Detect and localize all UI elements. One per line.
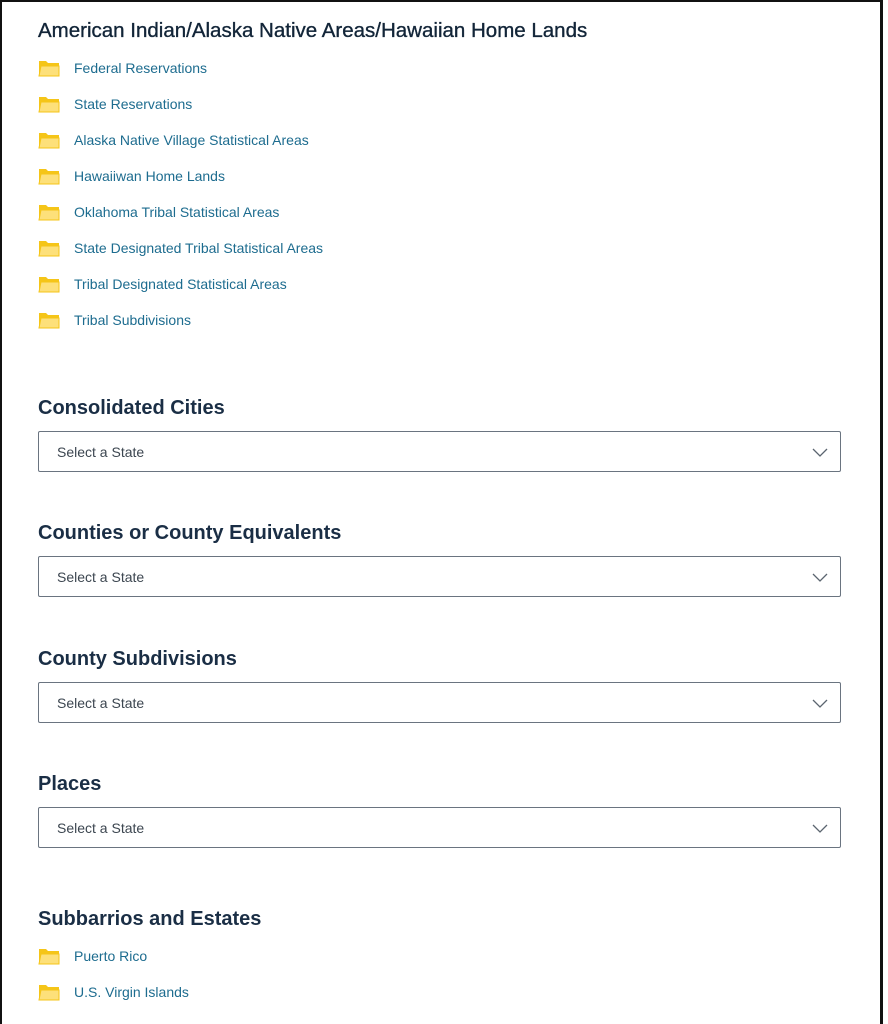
folder-icon [38, 205, 60, 221]
folder-icon [38, 61, 60, 77]
link-us-virgin-islands[interactable]: U.S. Virgin Islands [38, 974, 841, 1010]
chevron-down-icon [812, 573, 828, 582]
geography-link-list: Federal Reservations State Reservations … [38, 50, 841, 338]
link-label: Hawaiiwan Home Lands [74, 168, 225, 184]
state-select-places[interactable]: Select a State [38, 807, 841, 848]
link-hawaiian-home-lands[interactable]: Hawaiiwan Home Lands [38, 158, 841, 194]
section-consolidated-cities: Consolidated Cities Select a State [38, 395, 841, 472]
section-heading: Places [38, 773, 102, 795]
link-label: Alaska Native Village Statistical Areas [74, 132, 309, 148]
section-heading: County Subdivisions [38, 648, 237, 670]
select-value: Select a State [57, 820, 145, 836]
section-counties: Counties or County Equivalents Select a … [38, 520, 841, 597]
folder-icon [38, 949, 60, 965]
folder-icon [38, 313, 60, 329]
link-state-designated-tribal[interactable]: State Designated Tribal Statistical Area… [38, 230, 841, 266]
link-alaska-native-village[interactable]: Alaska Native Village Statistical Areas [38, 122, 841, 158]
link-label: Oklahoma Tribal Statistical Areas [74, 204, 280, 220]
link-tribal-subdivisions[interactable]: Tribal Subdivisions [38, 302, 841, 338]
chevron-down-icon [812, 699, 828, 708]
folder-icon [38, 277, 60, 293]
link-label: Tribal Subdivisions [74, 312, 191, 328]
section-heading: Counties or County Equivalents [38, 522, 342, 544]
folder-icon [38, 133, 60, 149]
section-heading: American Indian/Alaska Native Areas/Hawa… [38, 19, 588, 42]
link-federal-reservations[interactable]: Federal Reservations [38, 50, 841, 86]
select-value: Select a State [57, 569, 145, 585]
folder-icon [38, 169, 60, 185]
link-label: Tribal Designated Statistical Areas [74, 276, 287, 292]
state-select-counties[interactable]: Select a State [38, 556, 841, 597]
link-state-reservations[interactable]: State Reservations [38, 86, 841, 122]
section-places: Places Select a State [38, 771, 841, 848]
section-heading: Consolidated Cities [38, 397, 225, 419]
select-value: Select a State [57, 695, 145, 711]
select-value: Select a State [57, 444, 145, 460]
section-county-subdivisions: County Subdivisions Select a State [38, 646, 841, 723]
folder-icon [38, 241, 60, 257]
link-tribal-designated[interactable]: Tribal Designated Statistical Areas [38, 266, 841, 302]
link-label: Federal Reservations [74, 60, 208, 76]
link-label: State Reservations [74, 96, 193, 112]
link-label: State Designated Tribal Statistical Area… [74, 240, 324, 256]
section-heading: Subbarrios and Estates [38, 908, 262, 930]
folder-icon [38, 985, 60, 1001]
chevron-down-icon [812, 824, 828, 833]
link-oklahoma-tribal[interactable]: Oklahoma Tribal Statistical Areas [38, 194, 841, 230]
link-label: Puerto Rico [74, 948, 148, 964]
section-american-indian-areas: American Indian/Alaska Native Areas/Hawa… [38, 18, 841, 338]
folder-icon [38, 97, 60, 113]
section-subbarrios: Subbarrios and Estates Puerto Rico U.S. … [38, 906, 841, 1010]
geography-link-list: Puerto Rico U.S. Virgin Islands [38, 938, 841, 1010]
state-select-county-subdivisions[interactable]: Select a State [38, 682, 841, 723]
chevron-down-icon [812, 448, 828, 457]
link-label: U.S. Virgin Islands [74, 984, 189, 1000]
link-puerto-rico[interactable]: Puerto Rico [38, 938, 841, 974]
state-select-consolidated-cities[interactable]: Select a State [38, 431, 841, 472]
